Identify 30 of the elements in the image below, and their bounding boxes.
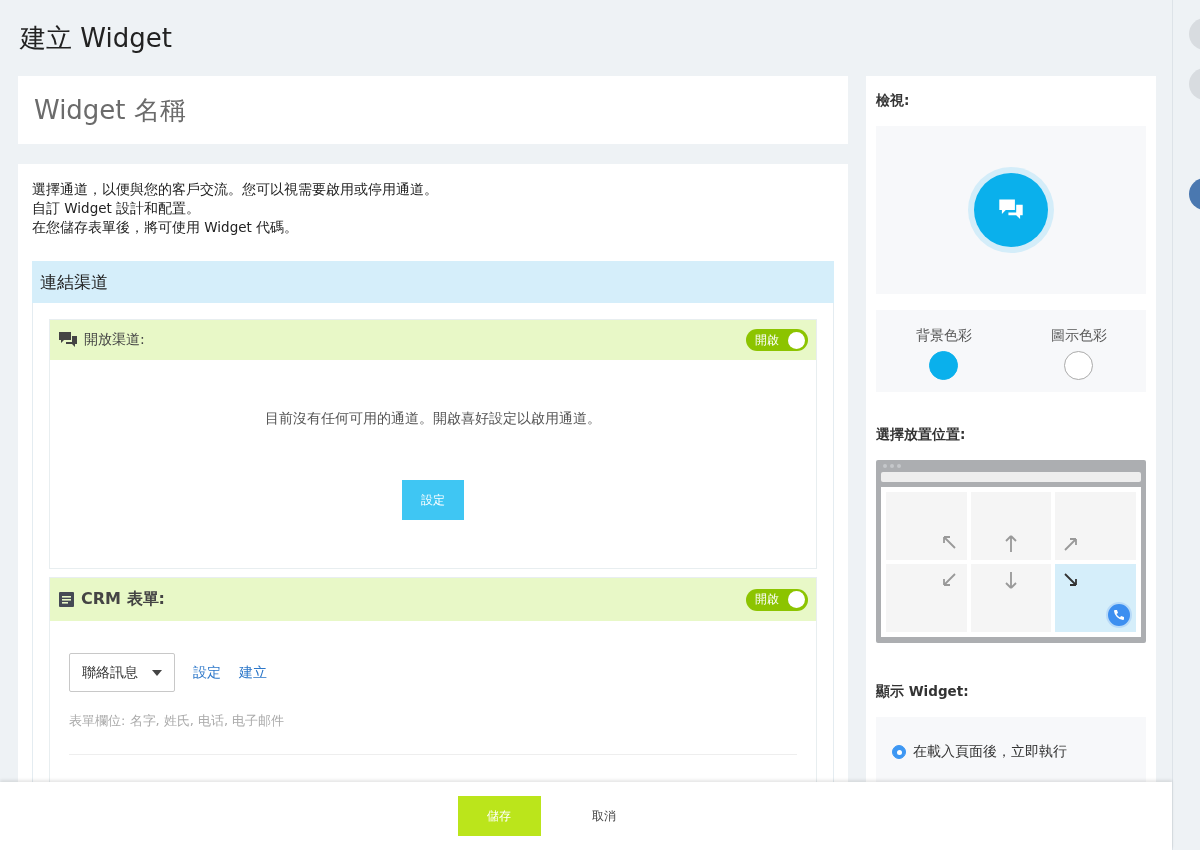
form-select[interactable]: 聯絡訊息 [69,653,175,692]
phone-icon [1106,602,1132,628]
empty-message: 目前沒有任何可用的通道。開啟喜好設定以啟用通道。 [265,410,601,428]
radio-button[interactable] [892,745,906,759]
form-icon [58,591,75,608]
position-cell[interactable] [970,492,1052,560]
position-cell[interactable] [1055,564,1136,632]
intro-text: 在您儲存表單後，將可使用 Widget 代碼。 [32,218,300,237]
preview-label: 檢視: [876,92,911,110]
position-cell[interactable] [886,564,967,632]
page-title: 建立 Widget [19,21,173,55]
cancel-button[interactable]: 取消 [578,796,629,836]
position-cell[interactable] [970,564,1052,632]
color-label: 圖示色彩 [1050,326,1107,345]
display-label: 顯示 Widget: [876,683,970,701]
color-label: 背景色彩 [915,326,972,345]
intro-text: 選擇通道，以便與您的客戶交流。您可以視需要啟用或停用通道。 [32,180,439,199]
section-header: 連結渠道 [32,261,834,303]
color-swatch[interactable] [929,350,958,380]
block-title: 開放渠道: [84,331,146,349]
caret-icon [152,669,162,676]
intro-text: 自訂 Widget 設計和配置。 [32,199,202,218]
fields-note: 表單欄位: 名字, 姓氏, 电话, 电子邮件 [69,712,286,730]
position-cell[interactable] [886,492,967,560]
block-title: CRM 表單: [81,589,166,610]
placement-label: 選擇放置位置: [876,426,967,444]
form-link[interactable]: 建立 [239,663,267,682]
form-link[interactable]: 設定 [193,663,221,682]
position-cell[interactable] [1055,492,1136,560]
color-swatch[interactable] [1064,350,1093,380]
